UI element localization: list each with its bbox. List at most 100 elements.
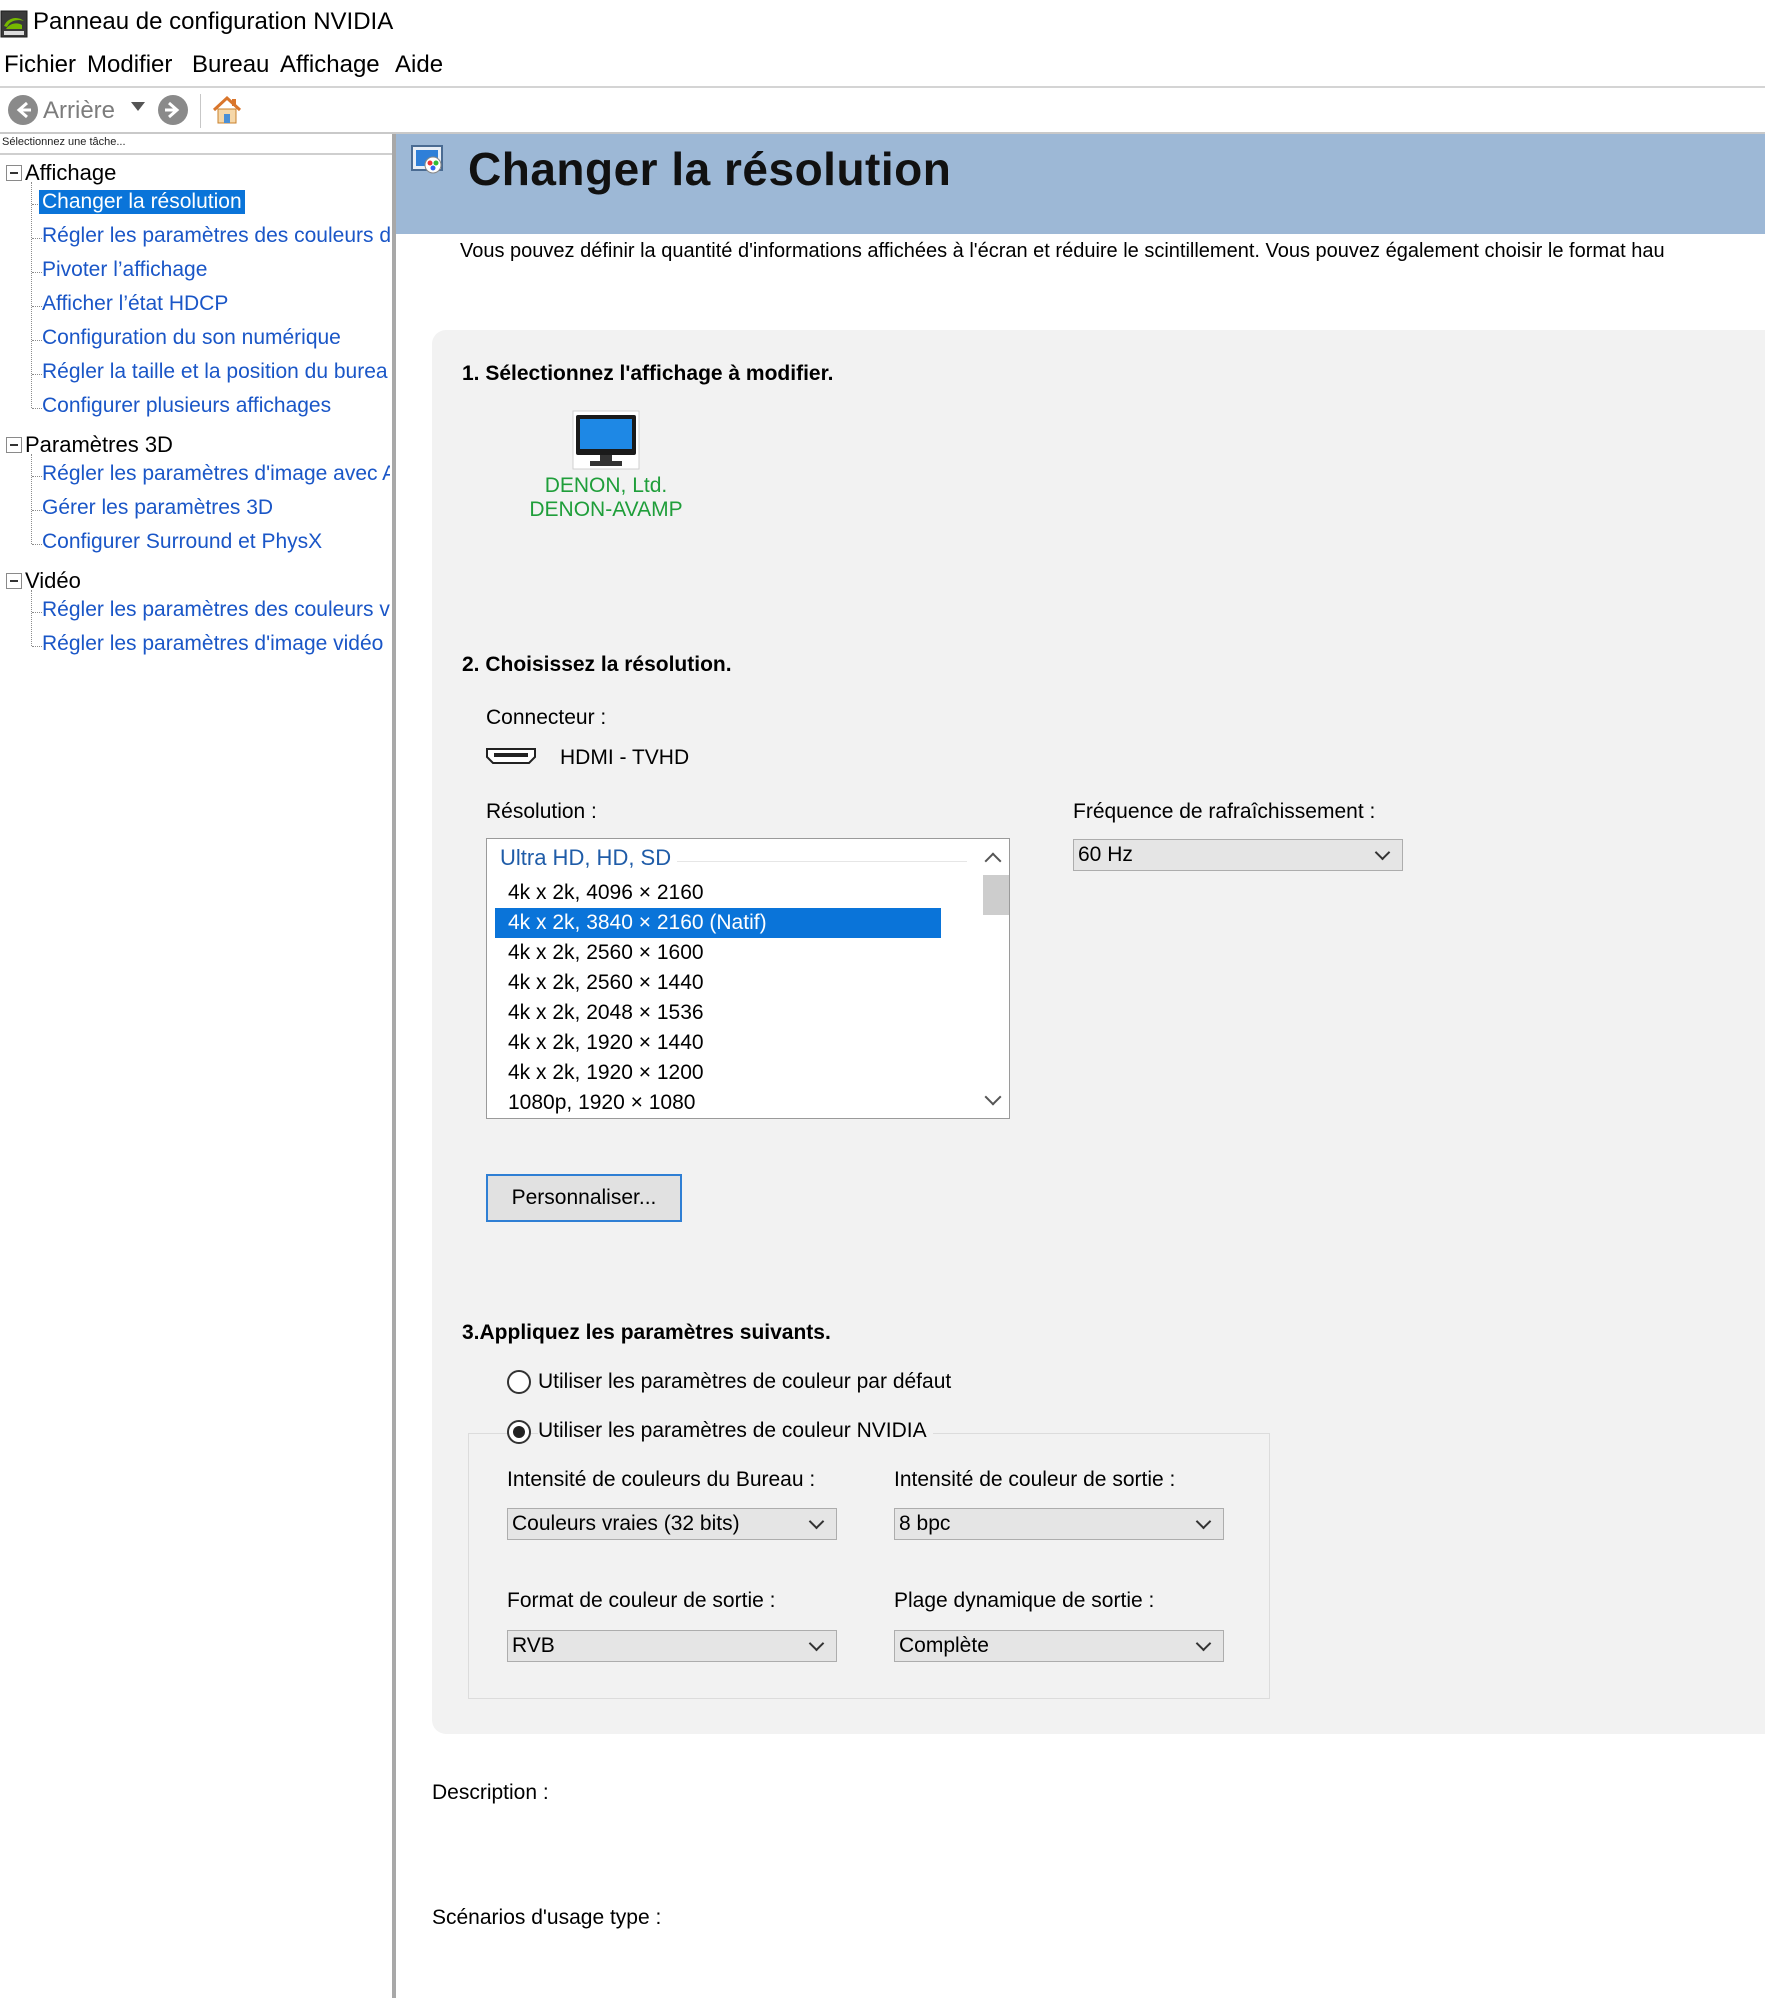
tree-connector [32, 306, 42, 307]
window-title: Panneau de configuration NVIDIA [33, 8, 394, 35]
output-color-format-label: Format de couleur de sortie : [507, 1589, 776, 1612]
radio-default-colors-label[interactable]: Utiliser les paramètres de couleur par d… [538, 1370, 951, 1394]
chevron-down-icon [1195, 1635, 1212, 1652]
desktop-color-depth-label: Intensité de couleurs du Bureau : [507, 1468, 816, 1491]
tree-item-image-settings-preview[interactable]: Régler les paramètres d'image avec A [42, 462, 390, 486]
tree-item-multiple-displays[interactable]: Configurer plusieurs affichages [42, 394, 390, 418]
resolution-group-header: Ultra HD, HD, SD [500, 845, 672, 870]
tree-item-video-image-settings[interactable]: Régler les paramètres d'image vidéo [42, 632, 390, 656]
tree-connector [32, 510, 42, 511]
tree-item-color-settings[interactable]: Régler les paramètres des couleurs d [42, 224, 390, 248]
output-color-format-value: RVB [512, 1634, 555, 1657]
radio-nvidia-colors-label[interactable]: Utiliser les paramètres de couleur NVIDI… [538, 1419, 933, 1443]
home-icon[interactable] [210, 93, 244, 127]
toolbar: Arrière [0, 88, 1765, 134]
back-arrow-icon[interactable] [8, 95, 38, 125]
tree-item-hdcp-status[interactable]: Afficher l’état HDCP [42, 292, 390, 316]
output-dynamic-range-dropdown[interactable]: Complète [894, 1630, 1224, 1662]
chevron-down-icon [1195, 1513, 1212, 1530]
display-settings-icon [411, 145, 443, 174]
tree-top-border [0, 153, 392, 159]
back-history-dropdown-icon[interactable] [131, 102, 145, 111]
tree-connector [32, 238, 42, 239]
refresh-rate-value: 60 Hz [1078, 843, 1133, 866]
collapse-toggle-icon[interactable] [6, 165, 22, 181]
resolution-option[interactable]: 4k x 2k, 2560 × 1440 [495, 968, 941, 998]
tree-item-change-resolution[interactable]: Changer la résolution [39, 190, 245, 214]
scroll-up-icon[interactable] [984, 852, 1002, 870]
resolution-option[interactable]: 4k x 2k, 2560 × 1600 [495, 938, 941, 968]
output-color-depth-value: 8 bpc [899, 1512, 951, 1535]
tree-item-desktop-size-position[interactable]: Régler la taille et la position du burea [42, 360, 390, 384]
connector-label: Connecteur : [486, 706, 607, 729]
tree-connector [32, 340, 42, 341]
tree-connector [32, 374, 42, 375]
scroll-down-icon[interactable] [984, 1088, 1002, 1106]
forward-arrow-icon[interactable] [158, 95, 188, 125]
menu-help[interactable]: Aide [395, 51, 443, 79]
menu-edit[interactable]: Modifier [87, 51, 172, 79]
description-label: Description : [432, 1781, 549, 1804]
chevron-down-icon [1374, 844, 1391, 861]
desktop-color-depth-value: Couleurs vraies (32 bits) [512, 1512, 740, 1535]
toolbar-separator [200, 94, 201, 128]
tree-category-display[interactable]: Affichage [25, 160, 116, 186]
refresh-rate-label: Fréquence de rafraîchissement : [1073, 800, 1376, 823]
collapse-toggle-icon[interactable] [6, 437, 22, 453]
menu-desktop[interactable]: Bureau [192, 51, 269, 79]
page-title: Changer la résolution [468, 143, 952, 195]
resolution-option[interactable]: 4k x 2k, 2048 × 1536 [495, 998, 941, 1028]
menu-file[interactable]: Fichier [4, 51, 76, 79]
resolution-option[interactable]: 4k x 2k, 4096 × 2160 [495, 878, 941, 908]
chevron-down-icon [808, 1635, 825, 1652]
display-model-label[interactable]: DENON-AVAMP [500, 498, 712, 522]
tree-connector [31, 454, 32, 544]
monitor-icon[interactable] [572, 410, 640, 470]
output-color-depth-dropdown[interactable]: 8 bpc [894, 1508, 1224, 1540]
display-vendor-label[interactable]: DENON, Ltd. [500, 474, 712, 498]
chevron-down-icon [808, 1513, 825, 1530]
tree-item-rotate-display[interactable]: Pivoter l’affichage [42, 258, 390, 282]
tree-category-video[interactable]: Vidéo [25, 568, 81, 594]
tree-item-video-color-settings[interactable]: Régler les paramètres des couleurs v [42, 598, 390, 622]
output-dynamic-range-label: Plage dynamique de sortie : [894, 1589, 1155, 1612]
tree-connector [32, 612, 42, 613]
tree-item-manage-3d-settings[interactable]: Gérer les paramètres 3D [42, 496, 390, 520]
resolution-label: Résolution : [486, 800, 597, 823]
group-divider [677, 861, 967, 862]
tree-connector [32, 646, 42, 647]
resolution-option[interactable]: 4k x 2k, 1920 × 1200 [495, 1058, 941, 1088]
resolution-option-selected[interactable]: 4k x 2k, 3840 × 2160 (Natif) [495, 908, 941, 938]
tree-item-digital-audio[interactable]: Configuration du son numérique [42, 326, 390, 350]
resolution-option[interactable]: 1080p, 1920 × 1080 [495, 1088, 941, 1118]
menu-view[interactable]: Affichage [280, 51, 380, 79]
back-button[interactable]: Arrière [43, 97, 115, 125]
customize-button[interactable]: Personnaliser... [486, 1174, 682, 1222]
output-color-depth-label: Intensité de couleur de sortie : [894, 1468, 1176, 1491]
page-intro: Vous pouvez définir la quantité d'inform… [460, 240, 1665, 262]
tree-connector [31, 590, 32, 646]
collapse-toggle-icon[interactable] [6, 573, 22, 589]
refresh-rate-dropdown[interactable]: 60 Hz [1073, 839, 1403, 871]
resolution-scrollbar[interactable] [977, 839, 1009, 1118]
radio-default-colors[interactable] [507, 1370, 531, 1394]
desktop-color-depth-dropdown[interactable]: Couleurs vraies (32 bits) [507, 1508, 837, 1540]
task-pane-header: Sélectionnez une tâche... [2, 136, 126, 148]
output-dynamic-range-value: Complète [899, 1634, 989, 1657]
step3-title: 3.Appliquez les paramètres suivants. [462, 1321, 831, 1344]
tree-category-3d-settings[interactable]: Paramètres 3D [25, 432, 173, 458]
tree-connector [32, 544, 42, 545]
resolution-option[interactable]: 4k x 2k, 1920 × 1440 [495, 1028, 941, 1058]
step2-title: 2. Choisissez la résolution. [462, 653, 732, 676]
connector-value: HDMI - TVHD [560, 746, 690, 769]
output-color-format-dropdown[interactable]: RVB [507, 1630, 837, 1662]
hdmi-connector-icon [486, 748, 536, 764]
step1-title: 1. Sélectionnez l'affichage à modifier. [462, 362, 834, 385]
tree-item-surround-physx[interactable]: Configurer Surround et PhysX [42, 530, 390, 554]
radio-nvidia-colors[interactable] [507, 1420, 531, 1444]
resolution-list[interactable]: Ultra HD, HD, SD 4k x 2k, 4096 × 2160 4k… [486, 838, 1010, 1119]
scrollbar-thumb[interactable] [983, 875, 1009, 915]
tree-connector [32, 476, 42, 477]
menu-bar: Fichier Modifier Bureau Affichage Aide [0, 46, 1765, 88]
tree-connector [32, 408, 42, 409]
